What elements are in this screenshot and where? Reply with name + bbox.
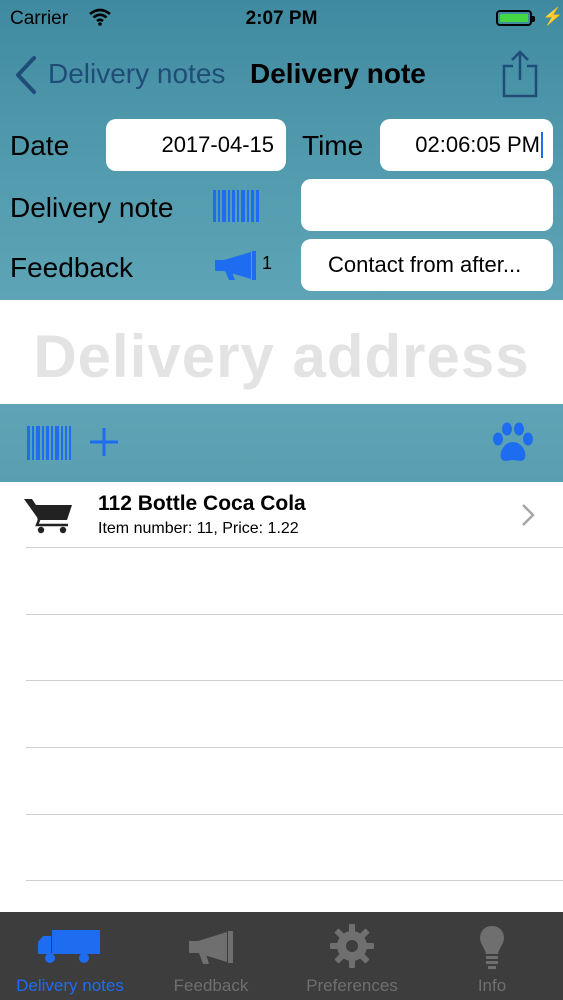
cart-icon [24, 496, 74, 539]
barcode-icon[interactable] [213, 190, 259, 227]
status-time: 2:07 PM [245, 8, 318, 29]
date-field[interactable]: 2017-04-15 [106, 119, 286, 171]
charging-icon: ⚡ [542, 7, 563, 26]
feedback-label: Feedback [10, 252, 133, 283]
row-divider [26, 814, 563, 815]
back-button[interactable]: Delivery notes [48, 58, 225, 90]
item-subtitle: Item number: 11, Price: 1.22 [98, 520, 299, 537]
battery-fill [500, 14, 528, 22]
list-item[interactable]: 112 Bottle Coca Cola Item number: 11, Pr… [0, 482, 563, 548]
scan-barcode-icon[interactable] [27, 426, 71, 465]
battery-icon [496, 10, 535, 26]
time-field[interactable]: 02:06:05 PM [380, 119, 553, 171]
row-divider [26, 614, 563, 615]
items-toolbar [0, 404, 563, 482]
nav-bar: Delivery notes Delivery note [0, 40, 563, 112]
time-label: Time [302, 130, 364, 161]
tab-preferences[interactable]: Preferences [282, 912, 422, 1000]
delivery-address-area[interactable]: Delivery address [0, 300, 563, 404]
tab-delivery-notes[interactable]: Delivery notes [0, 912, 140, 1000]
tab-feedback[interactable]: Feedback [141, 912, 281, 1000]
status-bar: Carrier 2:07 PM ⚡ [0, 0, 563, 38]
feedback-value: Contact from after... [328, 252, 522, 277]
megaphone-icon [187, 930, 235, 971]
tab-label: Delivery notes [16, 976, 124, 995]
feedback-count-badge: 1 [262, 253, 273, 273]
tab-label: Feedback [173, 976, 249, 995]
feedback-field[interactable]: Contact from after... [301, 239, 553, 291]
time-value: 02:06:05 PM [415, 132, 540, 157]
date-label: Date [10, 130, 70, 161]
row-divider [26, 747, 563, 748]
page-title: Delivery note [250, 58, 426, 89]
share-icon[interactable] [500, 48, 540, 105]
delivery-note-label: Delivery note [10, 192, 174, 223]
item-title: 112 Bottle Coca Cola [98, 492, 306, 515]
tab-label: Preferences [306, 976, 398, 995]
lightbulb-icon [478, 924, 506, 975]
paw-icon[interactable] [490, 420, 536, 471]
back-chevron-icon[interactable] [12, 54, 38, 101]
row-divider [26, 680, 563, 681]
delivery-note-field[interactable] [301, 179, 553, 231]
date-value: 2017-04-15 [161, 132, 274, 157]
add-item-icon[interactable] [88, 426, 120, 463]
tab-label: Info [477, 976, 507, 995]
tab-info[interactable]: Info [422, 912, 562, 1000]
row-divider [26, 880, 563, 881]
truck-icon [38, 928, 102, 969]
header: Carrier 2:07 PM ⚡ Delivery notes Deliver… [0, 0, 563, 300]
gear-icon [330, 924, 374, 973]
megaphone-icon[interactable] [213, 251, 259, 286]
text-cursor [541, 132, 543, 158]
tab-bar: Delivery notes Feedback Preferences Info [0, 912, 563, 1000]
chevron-right-icon [520, 502, 536, 533]
row-divider [26, 547, 563, 548]
delivery-address-placeholder: Delivery address [33, 323, 530, 390]
